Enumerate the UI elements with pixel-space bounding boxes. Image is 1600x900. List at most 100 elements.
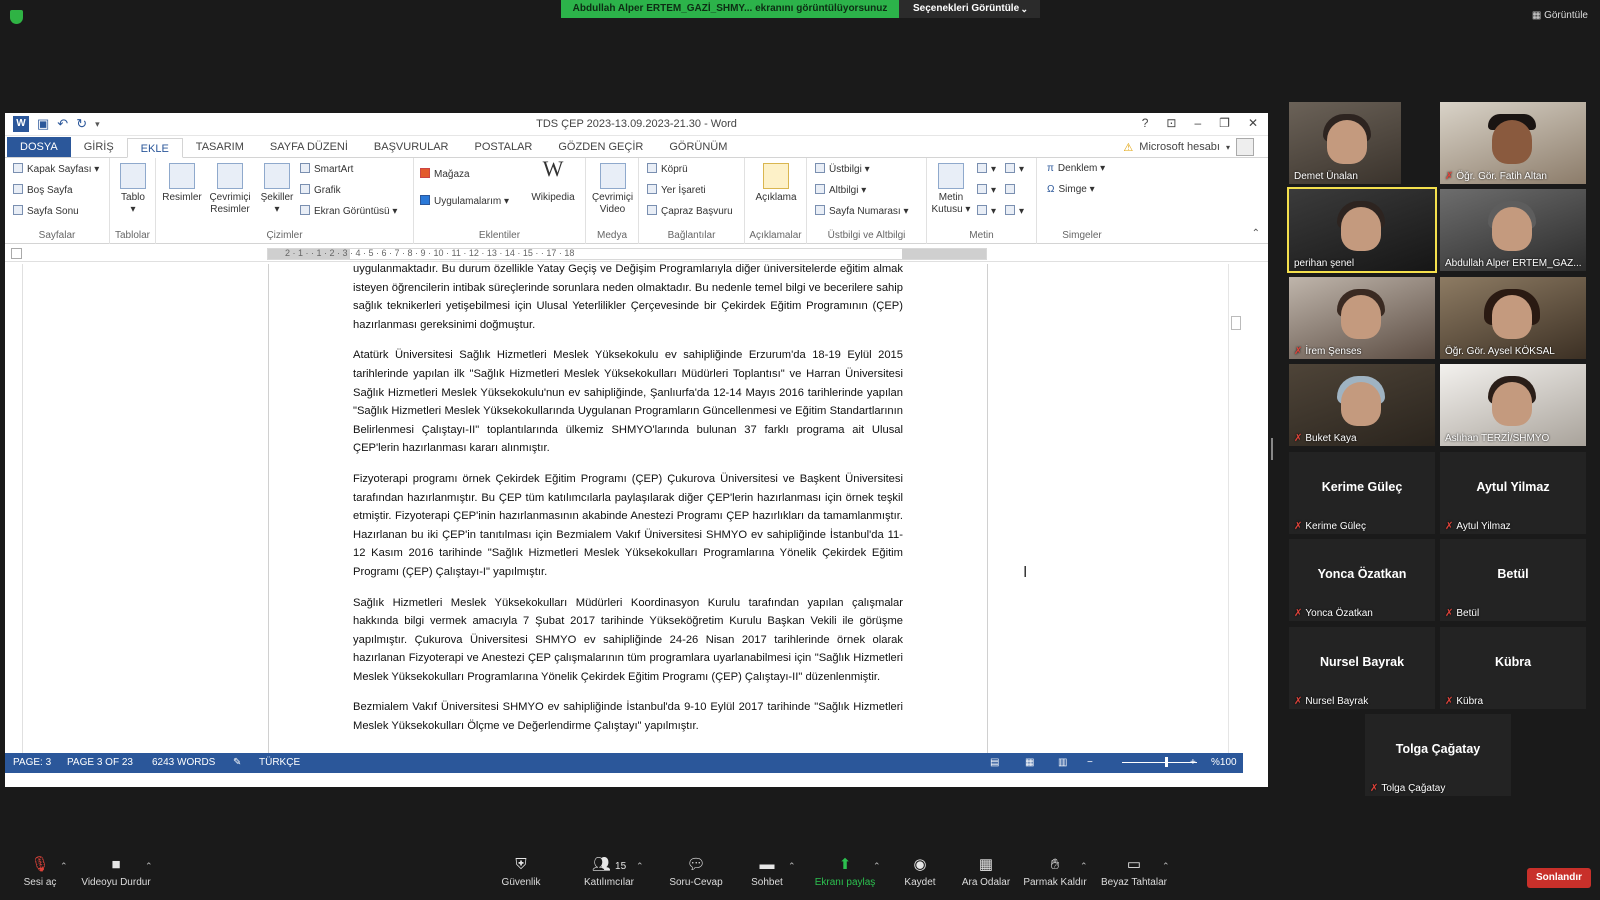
minimize-icon[interactable]: – — [1194, 116, 1201, 130]
tab-ekle[interactable]: EKLE — [126, 138, 183, 158]
participant-tile[interactable]: Aytul Yilmaz ✗ Aytul Yilmaz — [1440, 452, 1586, 534]
smartart-button[interactable]: SmartArt — [300, 163, 353, 175]
paragraph[interactable]: Fizyoterapi programı örnek Çekirdek Eğit… — [353, 470, 903, 582]
participant-tile[interactable]: ✗ Buket Kaya — [1289, 364, 1435, 446]
breakout-rooms-button[interactable]: ▦ Ara Odalar — [946, 856, 1026, 888]
vertical-scrollbar[interactable] — [1228, 264, 1242, 754]
close-icon[interactable]: ✕ — [1248, 116, 1258, 130]
object-button[interactable]: ▾ — [1005, 205, 1024, 217]
participant-tile[interactable]: perihan şenel — [1287, 187, 1437, 273]
tab-selector[interactable] — [11, 248, 22, 259]
audio-options-caret[interactable]: ⌃ — [60, 861, 68, 872]
scrollbar-thumb[interactable] — [1231, 316, 1241, 330]
page-break-button[interactable]: Sayfa Sonu — [13, 205, 79, 217]
security-button[interactable]: ⛨ Güvenlik — [481, 856, 561, 888]
page-number-button[interactable]: Sayfa Numarası ▾ — [815, 205, 909, 217]
screenshot-button[interactable]: Ekran Görüntüsü ▾ — [300, 205, 397, 217]
pictures-button[interactable]: Resimler — [160, 163, 204, 204]
participant-tile[interactable]: Öğr. Gör. Aysel KÖKSAL — [1440, 277, 1586, 359]
tab-tasarim[interactable]: TASARIM — [183, 137, 257, 157]
zoom-slider[interactable] — [1122, 762, 1197, 763]
read-mode-icon[interactable]: ▤ — [990, 757, 999, 768]
ribbon-display-icon[interactable]: ⊡ — [1166, 116, 1176, 130]
cross-reference-button[interactable]: Çapraz Başvuru — [647, 205, 733, 217]
participant-tile[interactable]: Demet Ünalan — [1289, 102, 1401, 184]
wordart-button[interactable]: ▾ — [977, 184, 996, 196]
paragraph[interactable]: Atatürk Üniversitesi Sağlık Hizmetleri M… — [353, 346, 903, 458]
tab-postalar[interactable]: POSTALAR — [462, 137, 546, 157]
view-button[interactable]: ▦ Görüntüle — [1532, 10, 1588, 21]
online-pictures-button[interactable]: Çevrimiçi Resimler — [204, 163, 256, 216]
hyperlink-button[interactable]: Köprü — [647, 163, 688, 175]
chart-button[interactable]: Grafik — [300, 184, 341, 196]
paragraph[interactable]: Bezmialem Vakıf Üniversitesi SHMYO ev sa… — [353, 698, 903, 735]
stop-video-button[interactable]: ■ Videoyu Durdur — [76, 856, 156, 888]
quick-parts-button[interactable]: ▾ — [977, 163, 996, 175]
header-button[interactable]: Üstbilgi ▾ — [815, 163, 870, 175]
end-meeting-button[interactable]: Sonlandır — [1527, 868, 1591, 888]
participant-tile[interactable]: Kübra ✗ Kübra — [1440, 627, 1586, 709]
chat-options-caret[interactable]: ⌃ — [788, 861, 796, 872]
participant-tile[interactable]: Aslıhan TERZİ/SHMYO — [1440, 364, 1586, 446]
status-word-count[interactable]: 6243 WORDS — [152, 757, 215, 768]
cover-page-button[interactable]: Kapak Sayfası ▾ — [13, 163, 99, 175]
symbol-button[interactable]: Ω Simge ▾ — [1047, 184, 1095, 195]
footer-button[interactable]: Altbilgi ▾ — [815, 184, 866, 196]
zoom-out-icon[interactable]: − — [1087, 757, 1093, 768]
text-box-button[interactable]: Metin Kutusu ▾ — [931, 163, 971, 216]
store-button[interactable]: Mağaza — [420, 168, 470, 180]
security-shield-icon[interactable] — [10, 10, 23, 24]
participant-tile[interactable]: Kerime Güleç ✗ Kerime Güleç — [1289, 452, 1435, 534]
wikipedia-button[interactable]: W Wikipedia — [526, 158, 580, 204]
online-video-button[interactable]: Çevrimiçi Video — [590, 163, 635, 216]
zoom-slider-knob[interactable] — [1165, 757, 1168, 767]
web-layout-icon[interactable]: ▥ — [1058, 757, 1067, 768]
comment-button[interactable]: Açıklama — [749, 163, 803, 204]
document-page[interactable]: uygulanmaktadır. Bu durum özellikle Yata… — [268, 264, 988, 754]
date-time-button[interactable] — [1005, 184, 1019, 196]
participant-tile[interactable]: ✗ İrem Şenses — [1289, 277, 1435, 359]
signature-line-button[interactable]: ▾ — [1005, 163, 1024, 175]
account-area[interactable]: ⚠ Microsoft hesabı ▾ — [1123, 138, 1254, 156]
tab-sayfa-duzeni[interactable]: SAYFA DÜZENİ — [257, 137, 361, 157]
right-margin-marker[interactable] — [902, 249, 986, 259]
collapse-ribbon-icon[interactable]: ⌃ — [1252, 228, 1260, 239]
help-icon[interactable]: ? — [1142, 116, 1149, 130]
paragraph[interactable]: Sağlık Hizmetleri Meslek Yüksekokulları … — [353, 594, 903, 687]
status-language[interactable]: TÜRKÇE — [259, 757, 300, 768]
table-button[interactable]: Tablo ▾ — [116, 163, 150, 216]
shapes-button[interactable]: Şekiller ▾ — [256, 163, 298, 216]
proofing-icon[interactable]: ✎ — [233, 757, 241, 768]
panel-resize-handle[interactable] — [1271, 438, 1273, 460]
participant-tile[interactable]: Nursel Bayrak ✗ Nursel Bayrak — [1289, 627, 1435, 709]
view-options-button[interactable]: Seçenekleri Görüntüle ⌄ — [899, 0, 1040, 18]
drop-cap-button[interactable]: ▾ — [977, 205, 996, 217]
equation-button[interactable]: π Denklem ▾ — [1047, 163, 1105, 174]
print-layout-icon[interactable]: ▦ — [1025, 757, 1034, 768]
participant-tile[interactable]: Yonca Özatkan ✗ Yonca Özatkan — [1289, 539, 1435, 621]
reactions-caret[interactable]: ⌃ — [1080, 861, 1088, 872]
tab-basvurular[interactable]: BAŞVURULAR — [361, 137, 462, 157]
tab-dosya[interactable]: DOSYA — [7, 137, 71, 157]
participant-tile[interactable]: Betül ✗ Betül — [1440, 539, 1586, 621]
video-options-caret[interactable]: ⌃ — [145, 861, 153, 872]
blank-page-button[interactable]: Boş Sayfa — [13, 184, 73, 196]
participant-tile[interactable]: ✗ Öğr. Gör. Fatih Altan — [1440, 102, 1586, 184]
status-page[interactable]: PAGE: 3 — [13, 757, 51, 768]
status-page-of[interactable]: PAGE 3 OF 23 — [67, 757, 133, 768]
restore-icon[interactable]: ❐ — [1219, 116, 1230, 130]
my-apps-button[interactable]: Uygulamalarım ▾ — [420, 195, 509, 207]
tab-gozden-gecir[interactable]: GÖZDEN GEÇİR — [545, 137, 656, 157]
zoom-in-icon[interactable]: + — [1190, 757, 1196, 768]
tab-gorunum[interactable]: GÖRÜNÜM — [656, 137, 740, 157]
participant-tile[interactable]: Tolga Çağatay ✗ Tolga Çağatay — [1365, 714, 1511, 796]
paragraph[interactable]: uygulanmaktadır. Bu durum özellikle Yata… — [353, 264, 903, 334]
zoom-level[interactable]: %100 — [1211, 757, 1237, 768]
participant-tile[interactable]: Abdullah Alper ERTEM_GAZ... — [1440, 189, 1586, 271]
document-body[interactable]: uygulanmaktadır. Bu durum özellikle Yata… — [353, 264, 903, 748]
tab-giris[interactable]: GİRİŞ — [71, 137, 127, 157]
whiteboard-options-caret[interactable]: ⌃ — [1162, 861, 1170, 872]
participants-options-caret[interactable]: ⌃ — [636, 861, 644, 872]
bookmark-button[interactable]: Yer İşareti — [647, 184, 706, 196]
qa-button[interactable]: 💬︎ Soru-Cevap — [656, 856, 736, 888]
